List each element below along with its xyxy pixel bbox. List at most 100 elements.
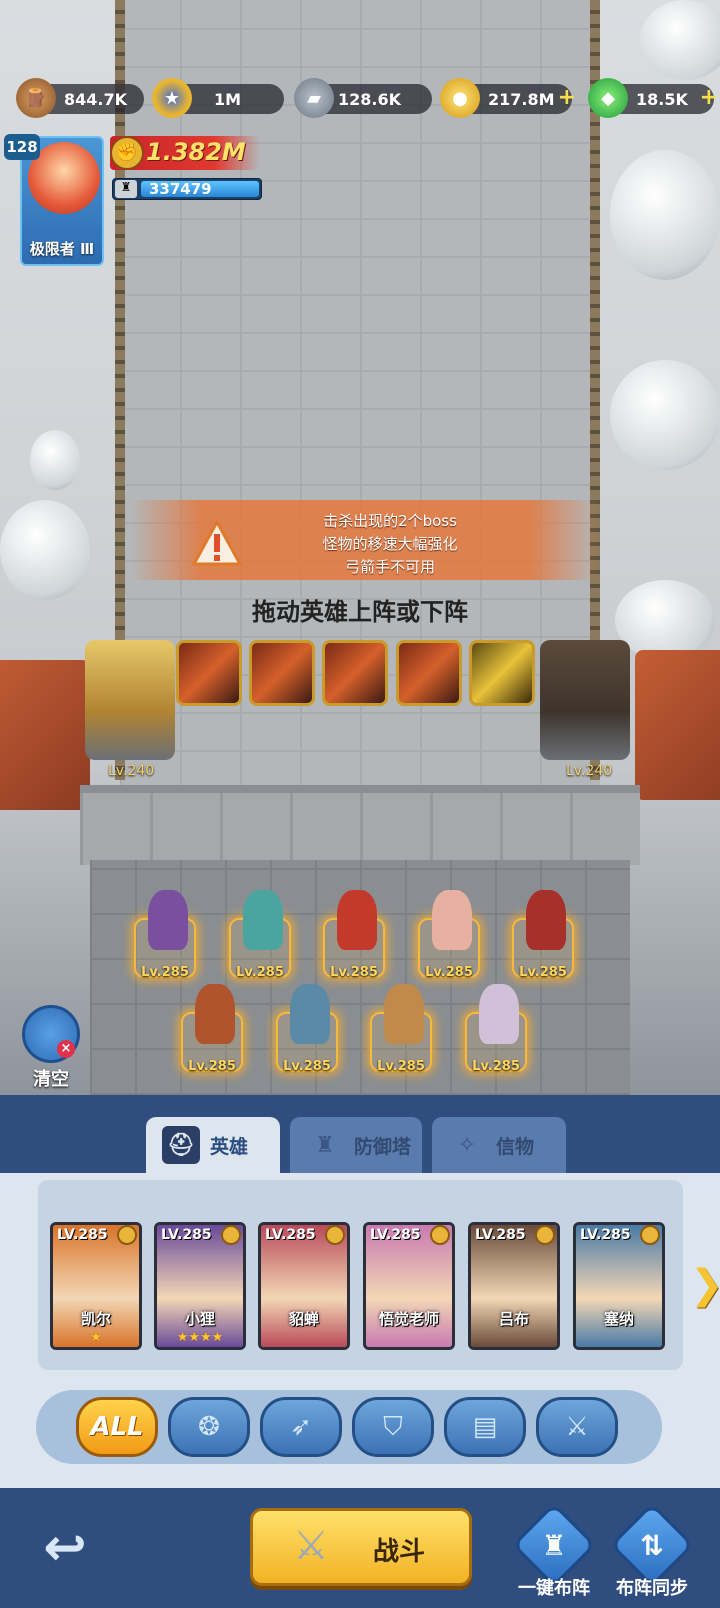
hero-name: 小狸 bbox=[184, 1310, 215, 1328]
combat-power[interactable]: ✊ 1.382M bbox=[110, 136, 260, 170]
hero-figure bbox=[148, 890, 188, 950]
book-icon: ▤ bbox=[472, 1412, 498, 1442]
hero-level: Lv.285 bbox=[472, 1059, 520, 1074]
swap-arrows-icon: ⇅ bbox=[640, 1528, 664, 1562]
hero-stars: ★★★★ bbox=[176, 1330, 224, 1345]
resource-gem[interactable]: ◆ 18.5K + bbox=[588, 78, 718, 118]
mission-line: 怪物的移速大幅强化 bbox=[322, 535, 458, 553]
badge-icon bbox=[640, 1225, 660, 1245]
clear-button[interactable]: × bbox=[22, 1005, 80, 1063]
hero-card-level: LV.285 bbox=[580, 1227, 631, 1243]
hero-level: Lv.285 bbox=[377, 1059, 425, 1074]
sync-deploy-button[interactable]: ⇅ bbox=[609, 1502, 695, 1588]
auto-deploy-button[interactable]: ♜ bbox=[511, 1502, 597, 1588]
hero-figure bbox=[243, 890, 283, 950]
combat-power-value: 1.382M bbox=[146, 138, 246, 166]
castle-hp-bar: ♜ 337479 bbox=[112, 178, 262, 200]
hero-level: Lv.285 bbox=[330, 965, 378, 980]
tab-label: 信物 bbox=[496, 1135, 535, 1158]
hero-level: Lv.285 bbox=[141, 965, 189, 980]
mage-icon: ❂ bbox=[198, 1412, 220, 1442]
hero-name: 吕布 bbox=[498, 1310, 529, 1328]
hero-name: 貂蝉 bbox=[288, 1310, 319, 1328]
snowman bbox=[30, 430, 80, 490]
deployed-hero[interactable]: Lv.285 bbox=[418, 890, 480, 980]
hero-name: 塞纳 bbox=[603, 1310, 634, 1328]
back-arrow-icon[interactable]: ↩ bbox=[30, 1518, 100, 1578]
player-level: 128 bbox=[4, 134, 40, 160]
skill-slot[interactable] bbox=[469, 640, 535, 706]
add-gold-icon[interactable]: + bbox=[558, 86, 576, 110]
filter-all-button[interactable]: ALL bbox=[76, 1397, 158, 1457]
hero-figure bbox=[384, 984, 424, 1044]
hero-card[interactable]: LV.285 小狸 ★★★★ bbox=[154, 1222, 246, 1350]
archer-icon: ➶ bbox=[290, 1412, 312, 1442]
hero-level: Lv.285 bbox=[188, 1059, 236, 1074]
filter-mage-button[interactable]: ❂ bbox=[168, 1397, 250, 1457]
resource-wood[interactable]: 🪵 844.7K bbox=[16, 78, 144, 118]
deployed-hero[interactable]: Lv.285 bbox=[465, 984, 527, 1074]
snow-tree bbox=[640, 0, 720, 80]
badge-icon bbox=[535, 1225, 555, 1245]
tab-relics[interactable]: ✧ 信物 bbox=[432, 1117, 566, 1173]
hero-card-level: LV.285 bbox=[57, 1227, 108, 1243]
badge-icon bbox=[117, 1225, 137, 1245]
deployed-hero[interactable]: Lv.285 bbox=[229, 890, 291, 980]
hero-card[interactable]: LV.285 吕布 bbox=[468, 1222, 560, 1350]
hero-card[interactable]: LV.285 貂蝉 bbox=[258, 1222, 350, 1350]
sword-icon: ⚔ bbox=[565, 1412, 589, 1442]
hero-level: Lv.285 bbox=[283, 1059, 331, 1074]
filter-archer-button[interactable]: ➶ bbox=[260, 1397, 342, 1457]
filter-shield-button[interactable]: ⛉ bbox=[352, 1397, 434, 1457]
filter-sword-button[interactable]: ⚔ bbox=[536, 1397, 618, 1457]
skill-slot[interactable] bbox=[396, 640, 462, 706]
player-rank: 极限者 Ⅲ bbox=[29, 240, 95, 258]
hero-figure bbox=[479, 984, 519, 1044]
resource-gold[interactable]: ● 217.8M + bbox=[440, 78, 576, 118]
snow-igloo bbox=[0, 500, 90, 600]
iron-ore-icon: ▰ bbox=[294, 78, 334, 118]
skill-slot[interactable] bbox=[249, 640, 315, 706]
left-building-roof bbox=[0, 660, 90, 810]
fight-button[interactable]: ⚔ 战斗 bbox=[250, 1508, 472, 1586]
snow-tree bbox=[610, 150, 720, 280]
add-gem-icon[interactable]: + bbox=[700, 86, 718, 110]
hero-figure bbox=[526, 890, 566, 950]
skill-slot[interactable] bbox=[176, 640, 242, 706]
hero-card-level: LV.285 bbox=[265, 1227, 316, 1243]
tab-label: 防御塔 bbox=[354, 1135, 412, 1158]
hero-card[interactable]: LV.285 悟觉老师 bbox=[363, 1222, 455, 1350]
resource-medal[interactable]: ★ 1M bbox=[152, 78, 284, 118]
right-defense-tower[interactable] bbox=[540, 640, 630, 760]
hero-level: Lv.285 bbox=[425, 965, 473, 980]
deployed-hero[interactable]: Lv.285 bbox=[370, 984, 432, 1074]
hero-card[interactable]: LV.285 塞纳 bbox=[573, 1222, 665, 1350]
close-icon: × bbox=[57, 1040, 75, 1058]
hero-stars: ★ bbox=[90, 1330, 102, 1345]
hero-figure bbox=[290, 984, 330, 1044]
deployed-hero[interactable]: Lv.285 bbox=[276, 984, 338, 1074]
fight-label: 战斗 bbox=[373, 1537, 426, 1567]
star-medal-icon: ★ bbox=[152, 78, 192, 118]
tab-towers[interactable]: ♜ 防御塔 bbox=[290, 1117, 422, 1173]
hero-card-level: LV.285 bbox=[370, 1227, 421, 1243]
hero-card[interactable]: LV.285 凯尔 ★ bbox=[50, 1222, 142, 1350]
left-defense-tower[interactable] bbox=[85, 640, 175, 760]
tower-icon: ♜ bbox=[315, 1132, 335, 1158]
mission-line: 弓箭手不可用 bbox=[344, 558, 435, 576]
deployed-hero[interactable]: Lv.285 bbox=[512, 890, 574, 980]
skill-slot[interactable] bbox=[322, 640, 388, 706]
wood-icon: 🪵 bbox=[16, 78, 56, 118]
tab-heroes[interactable]: ⛑ 英雄 bbox=[146, 1117, 280, 1173]
deployed-hero[interactable]: Lv.285 bbox=[181, 984, 243, 1074]
shield-icon: ⛉ bbox=[383, 1411, 403, 1442]
deployed-hero[interactable]: Lv.285 bbox=[323, 890, 385, 980]
deployed-hero[interactable]: Lv.285 bbox=[134, 890, 196, 980]
resource-ore[interactable]: ▰ 128.6K bbox=[294, 78, 432, 118]
hero-figure bbox=[337, 890, 377, 950]
left-tower-level: Lv.240 bbox=[108, 763, 155, 779]
next-arrow-icon[interactable]: ❯ bbox=[690, 1262, 720, 1308]
hero-name: 悟觉老师 bbox=[378, 1310, 439, 1328]
filter-book-button[interactable]: ▤ bbox=[444, 1397, 526, 1457]
sync-deploy-label: 布阵同步 bbox=[616, 1578, 688, 1599]
